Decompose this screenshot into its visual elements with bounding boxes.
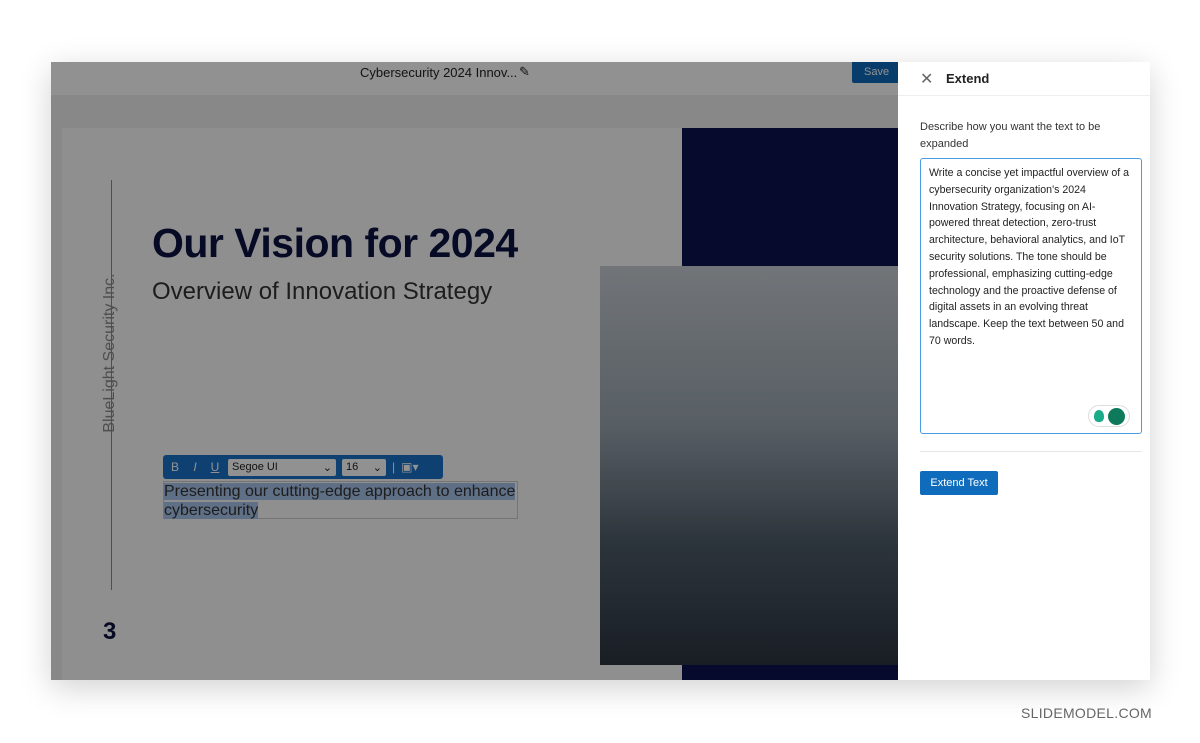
divider (920, 451, 1142, 452)
modal-overlay[interactable] (51, 62, 898, 680)
textarea-addons (1088, 405, 1130, 427)
prompt-textarea[interactable]: Write a concise yet impactful overview o… (920, 158, 1142, 434)
extend-panel: ✕ Extend Describe how you want the text … (898, 62, 1150, 680)
lightbulb-icon[interactable] (1093, 410, 1104, 422)
extend-text-button[interactable]: Extend Text (920, 471, 998, 495)
app-window: Cybersecurity 2024 Innov... ✎ Save BlueL… (51, 62, 1150, 680)
watermark: SLIDEMODEL.COM (1021, 705, 1152, 721)
grammarly-icon[interactable] (1107, 407, 1125, 425)
panel-title: Extend (946, 71, 990, 86)
close-icon[interactable]: ✕ (920, 69, 946, 89)
panel-header: ✕ Extend (898, 62, 1150, 96)
prompt-label: Describe how you want the text to be exp… (920, 121, 1101, 150)
